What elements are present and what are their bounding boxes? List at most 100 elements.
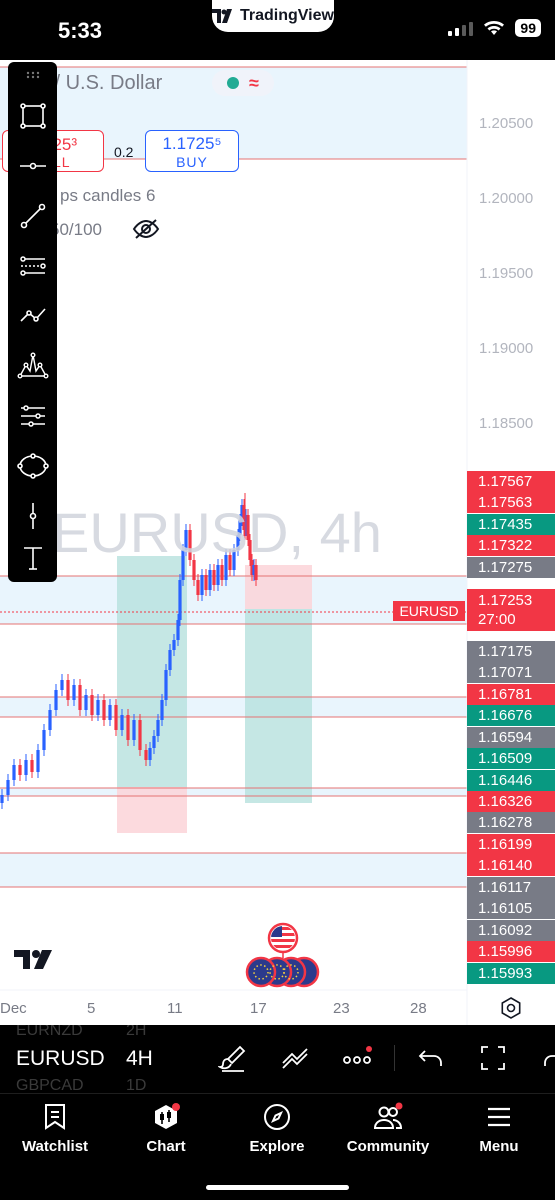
path-tool[interactable] [8,296,57,336]
price-tag: 1.17071 [467,662,555,683]
market-status-badge[interactable]: ≈ [212,70,274,96]
candle-body [36,750,40,772]
fullscreen-icon[interactable] [478,1043,508,1073]
candle-body [126,715,130,740]
next-interval[interactable]: 1D [126,1077,146,1093]
nav-menu[interactable]: Menu [444,1102,554,1172]
candle-body [24,760,28,775]
time-axis-label: 28 [410,1000,427,1017]
candle-body [200,575,204,595]
spread-value: 0.2 [114,144,134,160]
undo-icon[interactable] [416,1043,446,1073]
buy-button[interactable]: 1.1725⁵ BUY [145,130,239,172]
candle-body [120,715,124,730]
redo-icon[interactable] [540,1043,555,1073]
candle-body [60,680,64,690]
nav-chart[interactable]: Chart [111,1102,221,1172]
candle-body [6,780,10,795]
vertical-line-tool[interactable] [8,496,57,536]
pattern-tool-icon [17,352,49,379]
nav-label: Community [346,1138,430,1155]
bar-countdown: 27:00 [478,611,516,628]
candle-body [114,705,118,730]
candle-body [30,760,34,772]
nav-community[interactable]: Community [333,1102,443,1172]
symbol-price-label: EURUSD [393,601,465,621]
market-open-icon [227,77,240,89]
price-axis-label: 1.18500 [479,415,534,432]
next-symbol[interactable]: GBPCAD [16,1077,84,1093]
pitchfork-tool[interactable] [8,246,57,286]
candle-body [176,620,180,640]
price-tag: 1.17275 [467,557,555,578]
candle-body [90,695,94,715]
price-tag: 1.17435 [467,514,555,535]
toolbar-divider [394,1045,395,1071]
price-axis-label: 1.20500 [479,115,534,132]
nav-label: Chart [146,1138,186,1155]
pattern-tool[interactable] [8,346,57,386]
interval-selector[interactable]: 4H [126,1047,153,1071]
candle-body [216,565,220,585]
symbol-selector[interactable]: EURUSD [16,1047,105,1071]
drawings-icon[interactable] [280,1043,310,1073]
candle-body [144,750,148,760]
current-price-tag: 1.17253 27:00 [467,589,555,631]
chart-settings-icon[interactable] [500,997,522,1019]
time-axis-label: 11 [167,1000,183,1017]
data-stream-icon: ≈ [249,73,259,93]
hidden-eye-icon[interactable] [132,218,160,240]
price-tag: 1.17175 [467,641,555,662]
horizontal-line-tool[interactable] [8,146,57,186]
ellipse-tool[interactable] [8,446,57,486]
trend-line-tool[interactable] [8,196,57,236]
buy-price: 1.1725⁵ [162,134,222,153]
candle-body [172,640,176,650]
prev-symbol[interactable]: EURNZD [16,1025,83,1040]
nav-watchlist[interactable]: Watchlist [0,1102,110,1172]
candle-body [108,705,112,720]
candle-body [160,700,164,720]
trend-line-tool-icon [20,203,45,229]
community-icon [373,1102,403,1129]
menu-icon [488,1107,510,1127]
brush-icon[interactable] [218,1043,248,1073]
economic-events-icon[interactable] [242,922,324,990]
drag-handle-icon [26,71,39,79]
more-options-icon[interactable] [342,1043,372,1073]
text-tool[interactable] [8,538,57,578]
chart-watermark: EURUSD, 4h [52,501,382,564]
price-tag: 1.16781 [467,684,555,705]
app-pill[interactable]: TradingView [212,0,334,32]
nav-label: Menu [479,1138,519,1155]
candle-body [164,670,168,700]
indicator-legend[interactable]: ps candles 6 [60,186,155,206]
drawing-toolbar [8,62,57,582]
tradingview-logo-icon [212,9,233,23]
candle-body [0,795,4,803]
watchlist-icon [45,1104,65,1130]
indicator-legend[interactable]: 50/100 [50,220,102,240]
toolbar-drag-handle[interactable] [8,64,57,86]
price-tag: 1.16326 [467,791,555,812]
eu-flag-icon [245,956,320,988]
chart-area[interactable]: EURUSD, 4h uro / U.S. Dollar ≈ 53 725³ L… [0,60,555,1025]
price-tag: 1.16140 [467,855,555,876]
price-tag: 1.17563 [467,492,555,513]
us-flag-icon [267,922,299,954]
long-stop-zone [117,787,187,833]
price-tag: 1.17567 [467,471,555,492]
price-tag: 1.16594 [467,727,555,748]
candle-body [168,650,172,670]
prev-interval[interactable]: 2H [126,1025,146,1040]
candle-body [72,685,76,700]
time-axis-label: Dec [0,1000,27,1017]
fib-tool[interactable] [8,396,57,436]
rectangle-tool[interactable] [8,96,57,136]
home-indicator [206,1185,349,1190]
battery-indicator: 99 [515,19,541,37]
pitchfork-tool-icon [19,256,46,276]
nav-explore[interactable]: Explore [222,1102,332,1172]
time-axis-label: 5 [87,1000,96,1017]
ellipse-tool-icon [16,453,49,479]
